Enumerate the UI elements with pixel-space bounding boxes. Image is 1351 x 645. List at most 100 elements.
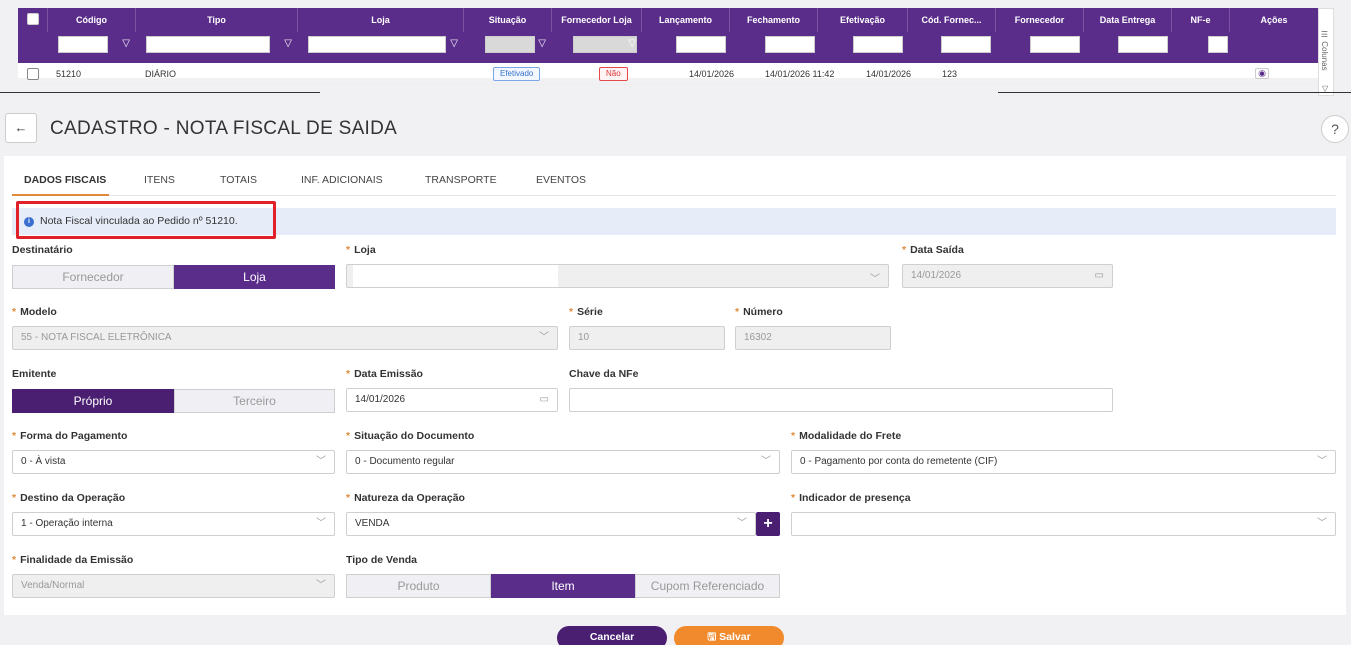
tipo-venda-produto-option[interactable]: Produto	[346, 574, 491, 598]
filter-icon[interactable]: ▽	[1158, 38, 1166, 49]
filter-nfe-input[interactable]	[1208, 36, 1228, 53]
col-lancamento[interactable]: Lançamento	[642, 8, 730, 32]
col-data-entrega[interactable]: Data Entrega	[1084, 8, 1172, 32]
emitente-label: Emitente	[12, 368, 57, 380]
modalidade-frete-select[interactable]: 0 - Pagamento por conta do remetente (CI…	[791, 450, 1336, 474]
data-emissao-input[interactable]: 14/01/2026 ▭	[346, 388, 558, 412]
serie-input[interactable]: 10	[569, 326, 725, 350]
tab-dados-fiscais[interactable]: DADOS FISCAIS	[12, 170, 109, 196]
data-saida-label: * Data Saída	[902, 244, 964, 256]
select-all-checkbox[interactable]	[27, 13, 39, 25]
calendar-icon[interactable]: ▭	[540, 389, 549, 411]
filter-loja-input[interactable]	[308, 36, 446, 53]
table-row[interactable]: 51210 DIÁRIO Efetivado Não 14/01/2026 14…	[18, 63, 1318, 85]
back-button[interactable]: ←	[5, 113, 37, 143]
filter-cod-fornec: ▽	[939, 36, 996, 57]
filter-icon[interactable]: ▽	[1070, 38, 1078, 49]
filter-efetivacao: ▽	[851, 36, 908, 57]
row-lancamento: 14/01/2026	[689, 69, 735, 79]
numero-input[interactable]: 16302	[735, 326, 891, 350]
filter-tipo-input[interactable]	[146, 36, 270, 53]
forma-pagamento-select[interactable]: 0 - À vista ﹀	[12, 450, 335, 474]
filter-icon[interactable]: ▽	[122, 38, 130, 49]
destino-operacao-label: * Destino da Operação	[12, 492, 126, 504]
emitente-proprio-option[interactable]: Próprio	[12, 389, 174, 413]
emitente-terceiro-option[interactable]: Terceiro	[174, 389, 335, 413]
filter-codigo: ▽	[56, 36, 136, 57]
modalidade-frete-label: * Modalidade do Frete	[791, 430, 902, 442]
cancel-button[interactable]: Cancelar	[557, 626, 667, 645]
chevron-down-icon: ﹀	[761, 456, 771, 467]
filter-icon[interactable]: ▽	[538, 38, 546, 49]
chave-nfe-label: Chave da NFe	[569, 368, 639, 380]
col-codigo[interactable]: Código	[48, 8, 136, 32]
page-title: CADASTRO - NOTA FISCAL DE SAIDA	[50, 118, 398, 139]
tab-itens[interactable]: ITENS	[144, 170, 175, 196]
filter-icon[interactable]: ▽	[628, 38, 636, 49]
chevron-down-icon: ﹀	[539, 332, 549, 343]
row-cod-fornec: 123	[942, 69, 958, 79]
divider	[0, 92, 320, 93]
destinatario-fornecedor-option[interactable]: Fornecedor	[12, 265, 174, 289]
tab-inf-adicionais[interactable]: INF. ADICIONAIS	[301, 170, 383, 196]
redacted-area	[353, 265, 558, 287]
natureza-operacao-label: * Natureza da Operação	[346, 492, 465, 504]
tab-totais[interactable]: TOTAIS	[220, 170, 257, 196]
help-button[interactable]: ?	[1321, 115, 1349, 143]
row-checkbox[interactable]	[27, 68, 39, 80]
filter-icon[interactable]: ▽	[450, 38, 458, 49]
tab-eventos[interactable]: EVENTOS	[536, 170, 586, 196]
col-cod-fornec[interactable]: Cód. Fornec...	[908, 8, 996, 32]
columns-button-label[interactable]: ☰ Colunas	[1320, 30, 1329, 71]
tab-transporte[interactable]: TRANSPORTE	[425, 170, 497, 196]
add-natureza-button[interactable]: +	[756, 512, 780, 536]
filter-icon[interactable]: ▽	[716, 38, 724, 49]
indicador-presenca-label: * Indicador de presença	[791, 492, 911, 504]
tipo-venda-cupom-option[interactable]: Cupom Referenciado	[635, 574, 780, 598]
col-fornecedor-loja[interactable]: Fornecedor Loja	[552, 8, 642, 32]
info-alert: i Nota Fiscal vinculada ao Pedido nº 512…	[12, 208, 1336, 235]
filter-data-entrega: ▽	[1116, 36, 1172, 57]
destinatario-loja-option[interactable]: Loja	[174, 265, 335, 289]
divider	[998, 92, 1351, 93]
situacao-documento-select[interactable]: 0 - Documento regular ﹀	[346, 450, 780, 474]
filter-icon[interactable]: ▽	[284, 38, 292, 49]
row-codigo: 51210	[56, 69, 82, 79]
tab-bar: DADOS FISCAIS ITENS TOTAIS INF. ADICIONA…	[12, 170, 1336, 196]
view-eye-icon[interactable]: ◉	[1255, 68, 1269, 79]
filter-icon[interactable]: ▽	[804, 38, 812, 49]
natureza-operacao-select[interactable]: VENDA ﹀	[346, 512, 756, 536]
col-loja[interactable]: Loja	[298, 8, 464, 32]
situacao-documento-label: * Situação do Documento	[346, 430, 475, 442]
data-saida-input[interactable]: 14/01/2026 ▭	[902, 264, 1113, 288]
finalidade-emissao-label: * Finalidade da Emissão	[12, 554, 134, 566]
col-nfe[interactable]: NF-e	[1172, 8, 1230, 32]
filter-codigo-input[interactable]	[58, 36, 108, 53]
destino-operacao-select[interactable]: 1 - Operação interna ﹀	[12, 512, 335, 536]
chave-nfe-input[interactable]	[569, 388, 1113, 412]
col-efetivacao[interactable]: Efetivação	[818, 8, 908, 32]
modelo-select[interactable]: 55 - NOTA FISCAL ELETRÔNICA ﹀	[12, 326, 558, 350]
arrow-left-icon: ←	[14, 120, 28, 135]
col-fechamento[interactable]: Fechamento	[730, 8, 818, 32]
filter-situacao-select[interactable]	[485, 36, 535, 53]
filter-icon[interactable]: ▽	[982, 38, 990, 49]
save-button[interactable]: 🖫 Salvar	[674, 626, 784, 645]
col-fornecedor[interactable]: Fornecedor	[996, 8, 1084, 32]
select-all-cell	[18, 8, 48, 32]
col-tipo[interactable]: Tipo	[136, 8, 298, 32]
filter-icon[interactable]: ▽	[894, 38, 902, 49]
filter-situacao: ▽	[483, 36, 552, 57]
numero-label: * Número	[735, 306, 783, 318]
forma-pagamento-label: * Forma do Pagamento	[12, 430, 128, 442]
finalidade-emissao-select[interactable]: Venda/Normal ﹀	[12, 574, 335, 598]
row-tipo: DIÁRIO	[145, 69, 177, 79]
row-efetivacao: 14/01/2026	[866, 69, 912, 79]
col-situacao[interactable]: Situação	[464, 8, 552, 32]
col-acoes: Ações	[1260, 15, 1288, 25]
tipo-venda-item-option[interactable]: Item	[491, 574, 635, 598]
indicador-presenca-select[interactable]: ﹀	[791, 512, 1336, 536]
calendar-icon[interactable]: ▭	[1095, 265, 1104, 287]
row-fechamento: 14/01/2026 11:42	[765, 69, 835, 79]
data-emissao-label: * Data Emissão	[346, 368, 423, 380]
